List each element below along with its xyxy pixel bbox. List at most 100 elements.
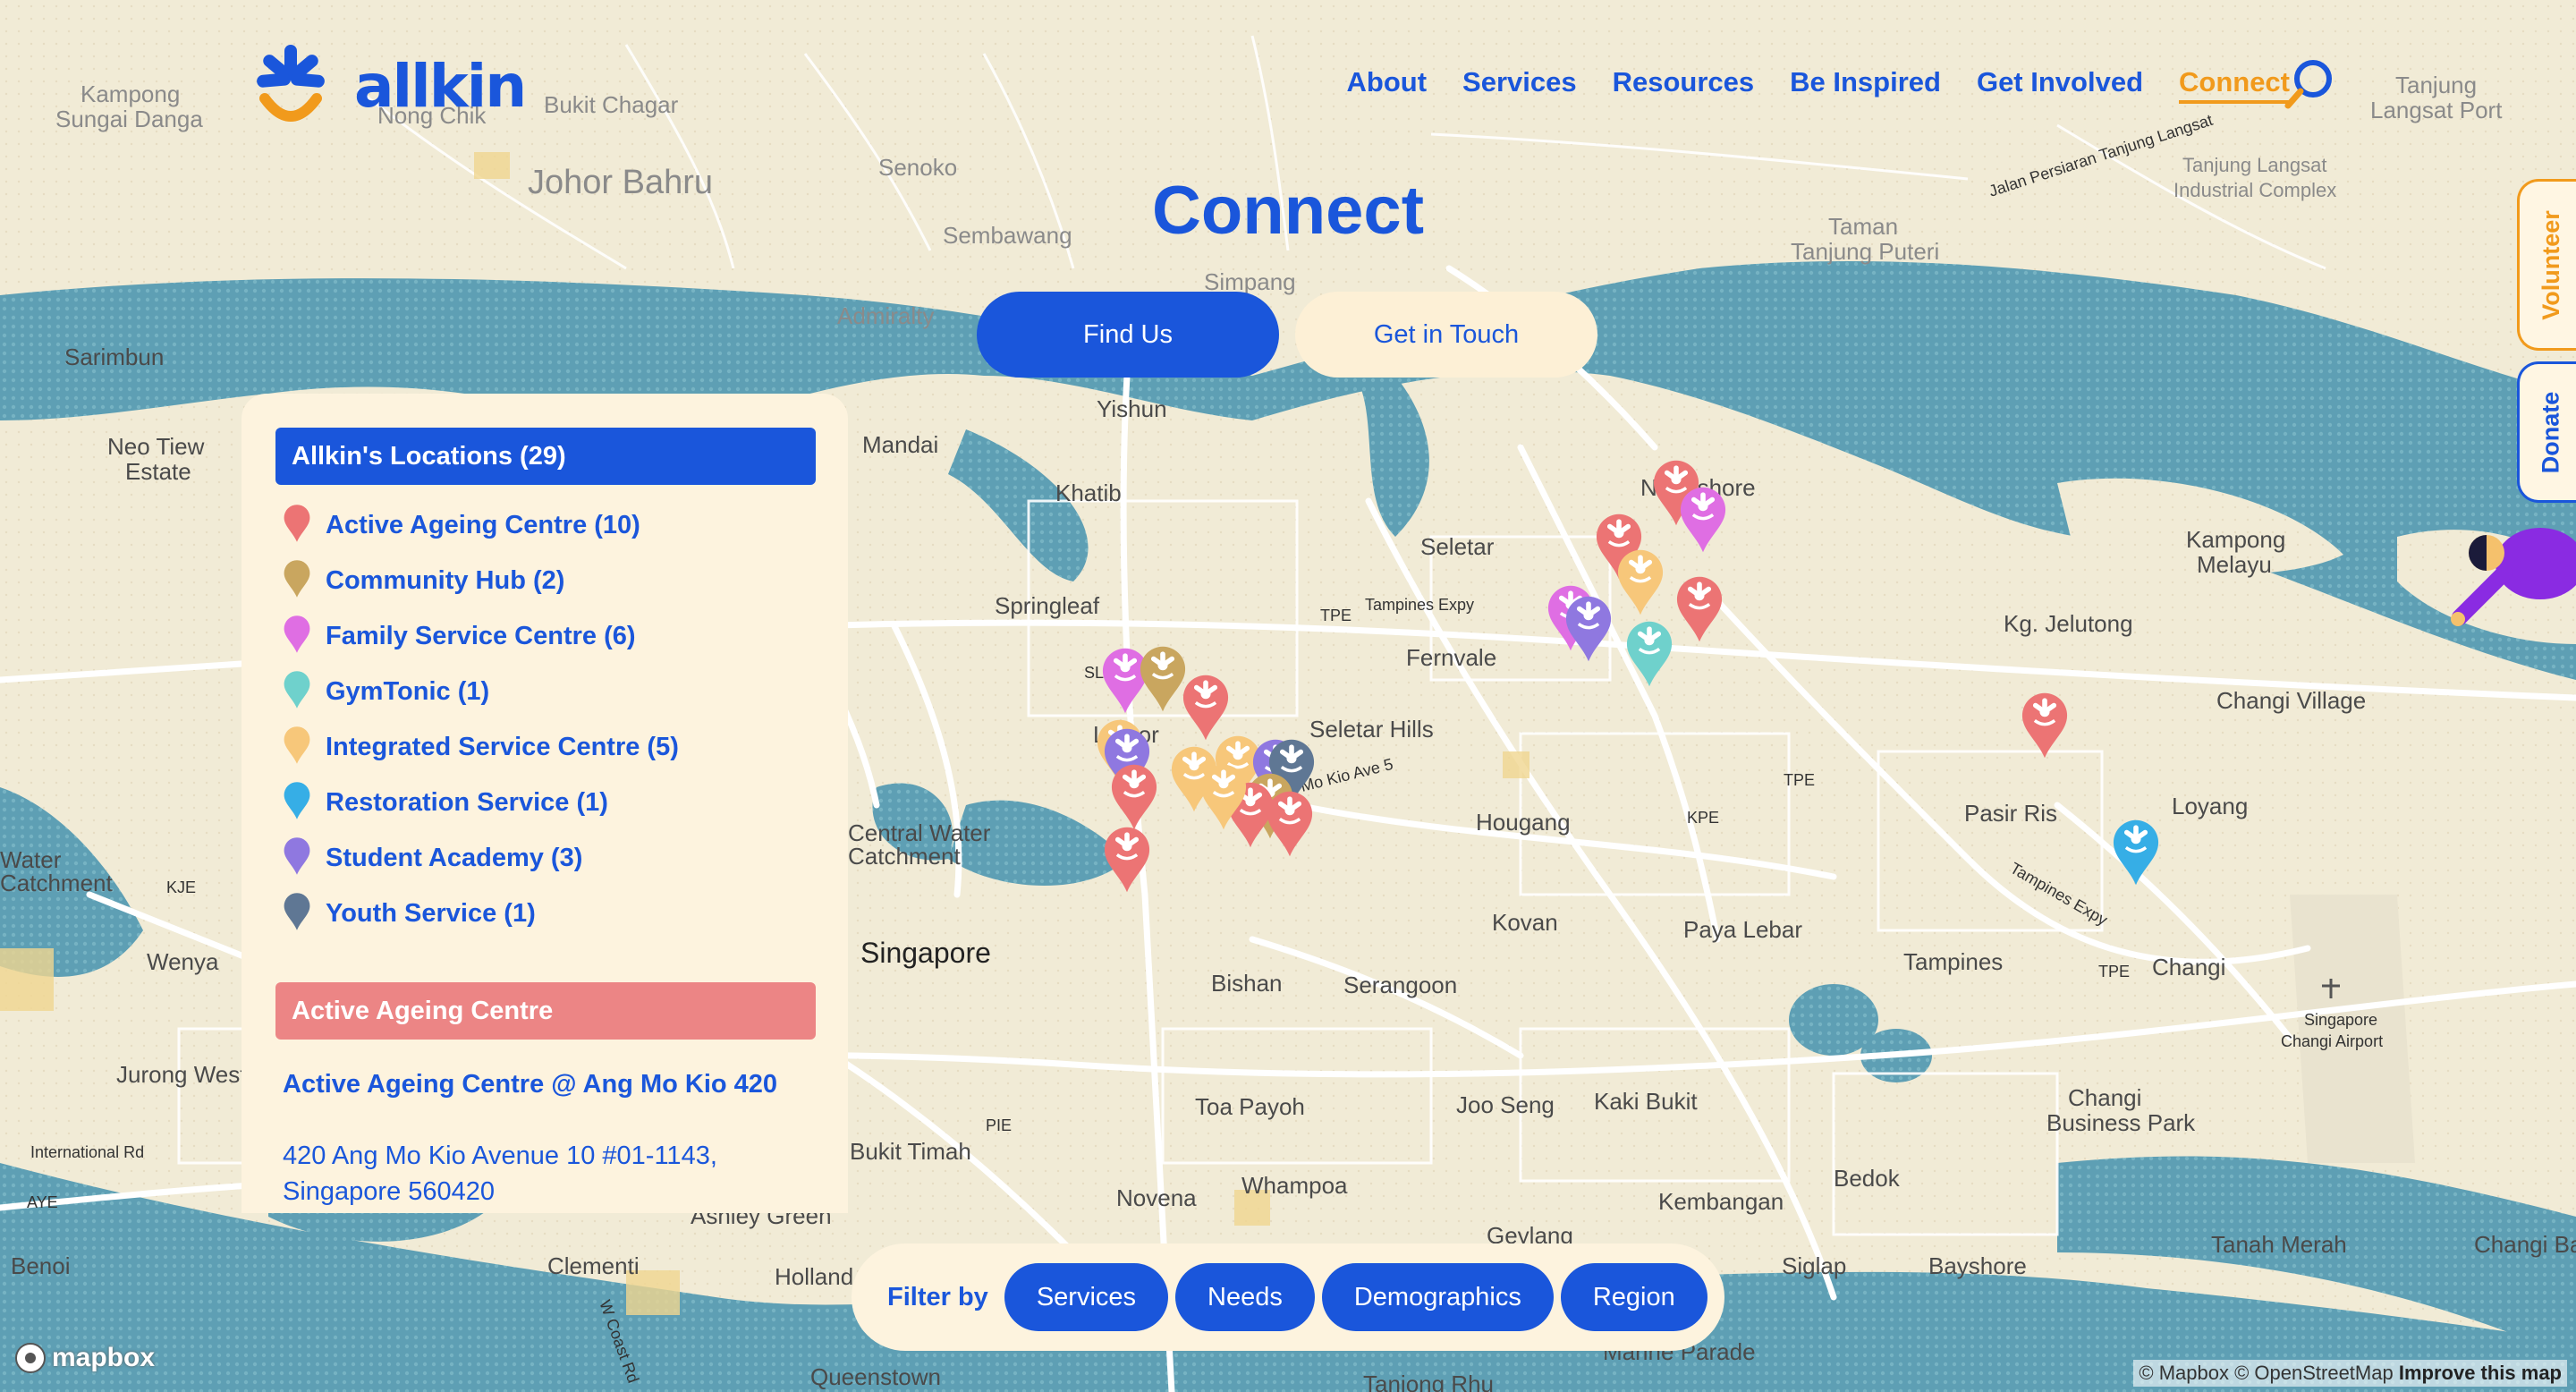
road-label: PIE xyxy=(986,1116,1012,1134)
map-label: Kampong xyxy=(2186,526,2285,553)
volunteer-tab[interactable]: Volunteer xyxy=(2517,179,2576,351)
map-label: Estate xyxy=(125,458,191,485)
road-label: TPE xyxy=(2098,963,2130,980)
map-label: Loyang xyxy=(2172,793,2248,819)
map-label: Sarimbun xyxy=(64,344,164,370)
filter-bar: Filter by Services Needs Demographics Re… xyxy=(852,1243,1724,1351)
map-label: Siglap xyxy=(1782,1252,1846,1279)
filter-services-button[interactable]: Services xyxy=(1004,1263,1169,1331)
pin-icon xyxy=(283,669,311,714)
nav-be-inspired[interactable]: Be Inspired xyxy=(1790,66,1941,104)
allkin-logo-icon xyxy=(257,45,325,122)
map-label: Neo Tiew xyxy=(107,433,205,460)
map-label: Joo Seng xyxy=(1456,1091,1555,1118)
legend-active-ageing-centre[interactable]: Active Ageing Centre (10) xyxy=(283,497,679,553)
map-marker[interactable] xyxy=(1674,574,1724,644)
legend-label: Active Ageing Centre (10) xyxy=(326,510,640,539)
map-marker[interactable] xyxy=(1265,789,1315,859)
map-label: Bedok xyxy=(1834,1165,1901,1192)
location-name[interactable]: Active Ageing Centre @ Ang Mo Kio 420 xyxy=(283,1066,784,1102)
nav-resources[interactable]: Resources xyxy=(1613,66,1755,104)
legend-community-hub[interactable]: Community Hub (2) xyxy=(283,553,679,608)
locations-panel: Allkin's Locations (29) Active Ageing Ce… xyxy=(242,394,848,1213)
map-label: Catchment xyxy=(848,843,961,870)
filter-demographics-button[interactable]: Demographics xyxy=(1321,1263,1554,1331)
map-marker[interactable] xyxy=(1102,825,1152,895)
map-marker[interactable] xyxy=(1109,762,1159,832)
nav-connect[interactable]: Connect xyxy=(2179,66,2290,104)
map-label: Changi xyxy=(2152,954,2225,980)
legend-label: Youth Service (1) xyxy=(326,898,536,928)
nav-about[interactable]: About xyxy=(1347,66,1428,104)
nav-services[interactable]: Services xyxy=(1462,66,1577,104)
tab-get-in-touch[interactable]: Get in Touch xyxy=(1295,292,1597,378)
map-label: Changi xyxy=(2068,1084,2141,1111)
legend-label: Integrated Service Centre (5) xyxy=(326,732,679,761)
map-label: Singapore xyxy=(2304,1011,2377,1029)
map-label: Singapore xyxy=(860,937,991,969)
locations-header[interactable]: Allkin's Locations (29) xyxy=(275,428,816,485)
map-marker[interactable] xyxy=(1199,762,1249,832)
donate-tab[interactable]: Donate xyxy=(2517,361,2576,503)
legend-gymtonic[interactable]: GymTonic (1) xyxy=(283,664,679,719)
tab-find-us[interactable]: Find Us xyxy=(977,292,1279,378)
map-label: Tanjung xyxy=(2395,72,2477,98)
legend-label: Family Service Centre (6) xyxy=(326,621,636,650)
search-button[interactable] xyxy=(2281,55,2338,116)
legend-family-service-centre[interactable]: Family Service Centre (6) xyxy=(283,608,679,664)
map-label: Business Park xyxy=(2046,1109,2196,1136)
mapbox-logo[interactable]: mapbox xyxy=(13,1340,155,1376)
allkin-logo[interactable]: allkin xyxy=(238,41,527,131)
map-marker[interactable] xyxy=(2111,818,2161,887)
legend-label: Student Academy (3) xyxy=(326,843,583,872)
filter-region-button[interactable]: Region xyxy=(1560,1263,1707,1331)
map-label: Melayu xyxy=(2197,551,2272,578)
legend-integrated-service-centre[interactable]: Integrated Service Centre (5) xyxy=(283,719,679,775)
map-label: Langsat Port xyxy=(2370,97,2503,123)
map-label: Bayshore xyxy=(1928,1252,2027,1279)
map-label: Toa Payoh xyxy=(1195,1093,1305,1120)
filter-needs-button[interactable]: Needs xyxy=(1175,1263,1315,1331)
map-label: Bukit Chagar xyxy=(544,91,679,118)
map-label: Seletar xyxy=(1420,533,1495,560)
map-label: Clementi xyxy=(547,1252,640,1279)
improve-map-link[interactable]: Improve this map xyxy=(2399,1362,2562,1384)
map-marker[interactable] xyxy=(1615,547,1665,617)
legend-label: GymTonic (1) xyxy=(326,676,490,706)
map-label: Changi Airport xyxy=(2281,1032,2383,1050)
filter-label: Filter by xyxy=(887,1282,988,1311)
map-label: Seletar Hills xyxy=(1309,716,1434,743)
road-label: KJE xyxy=(166,878,196,896)
logo-text: allkin xyxy=(354,51,527,121)
map-label: Yishun xyxy=(1097,395,1167,422)
mapbox-wordmark: mapbox xyxy=(52,1343,156,1372)
legend-restoration-service[interactable]: Restoration Service (1) xyxy=(283,775,679,830)
map-marker[interactable] xyxy=(1678,485,1728,555)
road-label: Tampines Expy xyxy=(1365,596,1474,614)
map-label: Wenya xyxy=(147,948,219,975)
map-label: Changi Village xyxy=(2216,687,2366,714)
map-label: Kembangan xyxy=(1658,1188,1784,1215)
category-header[interactable]: Active Ageing Centre xyxy=(275,982,816,1040)
map-label: Hougang xyxy=(1476,809,1571,836)
nav-get-involved[interactable]: Get Involved xyxy=(1977,66,2143,104)
map-label: Kaki Bukit xyxy=(1594,1088,1698,1115)
pin-icon xyxy=(283,503,311,547)
map-label: Queenstown xyxy=(810,1363,941,1390)
map-label: Mandai xyxy=(862,431,938,458)
attribution-text[interactable]: © Mapbox © OpenStreetMap xyxy=(2139,1362,2393,1384)
map-marker[interactable] xyxy=(2020,691,2070,760)
legend-list: Active Ageing Centre (10) Community Hub … xyxy=(283,497,679,941)
legend-label: Community Hub (2) xyxy=(326,565,565,595)
map-label: Sungai Danga xyxy=(55,106,203,132)
map-marker[interactable] xyxy=(1181,673,1231,743)
map-label: Springleaf xyxy=(995,592,1100,619)
map-label: Bukit Timah xyxy=(850,1138,971,1165)
map-marker[interactable] xyxy=(1624,619,1674,689)
road-label: TPE xyxy=(1320,607,1352,624)
map-label: Tampines xyxy=(1903,948,2003,975)
pin-icon xyxy=(283,891,311,936)
map-marker[interactable] xyxy=(1563,594,1614,664)
legend-student-academy[interactable]: Student Academy (3) xyxy=(283,830,679,886)
legend-youth-service[interactable]: Youth Service (1) xyxy=(283,886,679,941)
